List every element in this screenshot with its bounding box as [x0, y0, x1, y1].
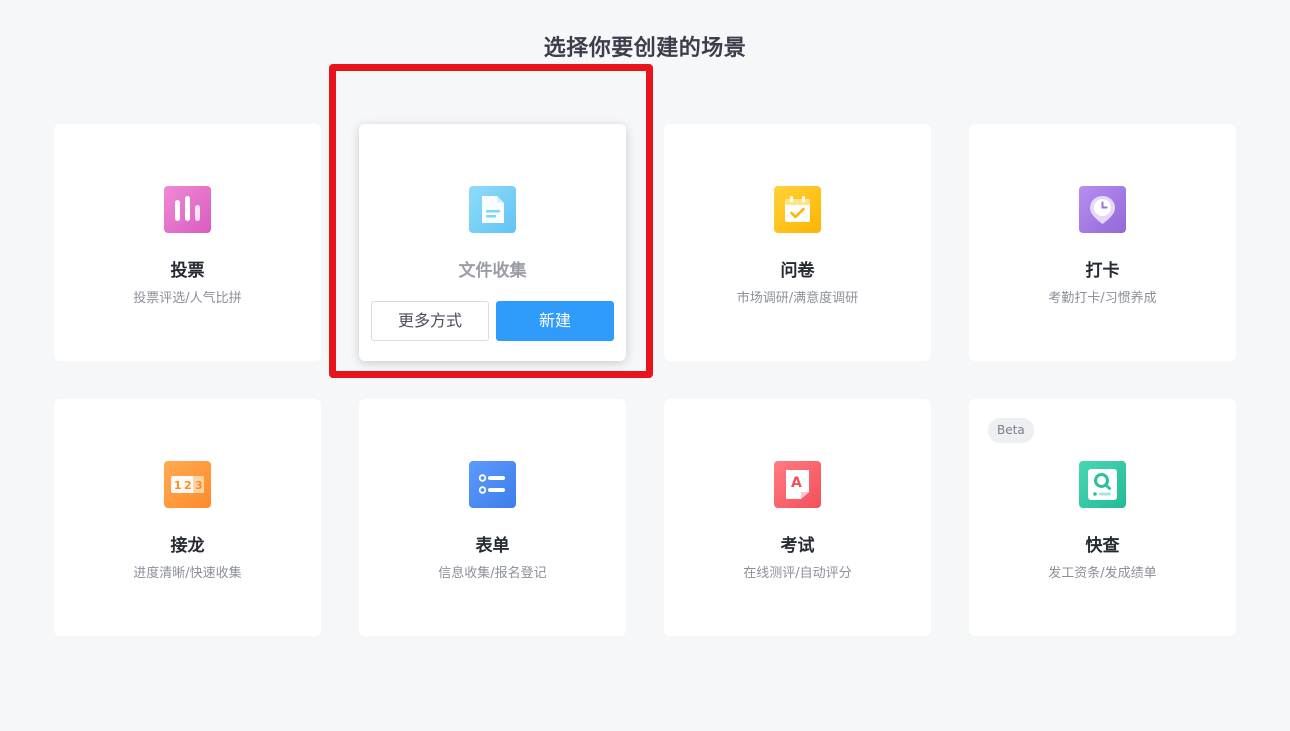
card-relay[interactable]: 1 2 3 接龙 进度清晰/快速收集 [54, 399, 321, 636]
exam-paper-icon: A [774, 461, 821, 508]
card-survey[interactable]: 问卷 市场调研/满意度调研 [664, 124, 931, 361]
document-icon [469, 186, 516, 233]
card-desc: 在线测评/自动评分 [743, 566, 852, 581]
search-lookup-icon [1079, 461, 1126, 508]
list-form-icon [469, 461, 516, 508]
card-name: 接龙 [170, 536, 205, 556]
svg-text:1: 1 [174, 479, 182, 492]
card-name: 投票 [170, 261, 205, 281]
scene-select-page: 选择你要创建的场景 投票 投票评选/人气比拼 文件收集 更多方式 新建 问卷 市… [0, 0, 1290, 731]
bar-chart-icon [164, 186, 211, 233]
card-desc: 信息收集/报名登记 [438, 566, 547, 581]
page-title: 选择你要创建的场景 [543, 36, 747, 61]
card-name: 打卡 [1085, 261, 1120, 281]
card-file-collect[interactable]: 文件收集 更多方式 新建 [359, 124, 626, 361]
numbers-123-icon: 1 2 3 [164, 461, 211, 508]
svg-text:3: 3 [195, 479, 203, 492]
card-checkin[interactable]: 打卡 考勤打卡/习惯养成 [969, 124, 1236, 361]
card-desc: 投票评选/人气比拼 [133, 291, 242, 306]
card-vote[interactable]: 投票 投票评选/人气比拼 [54, 124, 321, 361]
calendar-check-icon [774, 186, 821, 233]
card-desc: 考勤打卡/习惯养成 [1048, 291, 1157, 306]
card-name: 文件收集 [458, 261, 527, 281]
card-exam[interactable]: A 考试 在线测评/自动评分 [664, 399, 931, 636]
more-options-button[interactable]: 更多方式 [371, 301, 489, 341]
svg-text:2: 2 [184, 479, 192, 492]
new-button[interactable]: 新建 [496, 301, 614, 341]
card-lookup[interactable]: Beta 快查 发工资条/发成绩单 [969, 399, 1236, 636]
card-name: 快查 [1085, 536, 1120, 556]
card-desc: 发工资条/发成绩单 [1048, 566, 1157, 581]
card-desc: 市场调研/满意度调研 [736, 291, 859, 306]
card-desc: 进度清晰/快速收集 [133, 566, 242, 581]
card-name: 表单 [475, 536, 510, 556]
svg-text:A: A [791, 475, 802, 491]
card-name: 考试 [780, 536, 815, 556]
beta-badge: Beta [988, 418, 1034, 443]
card-name: 问卷 [780, 261, 815, 281]
clock-pin-icon [1079, 186, 1126, 233]
card-form[interactable]: 表单 信息收集/报名登记 [359, 399, 626, 636]
